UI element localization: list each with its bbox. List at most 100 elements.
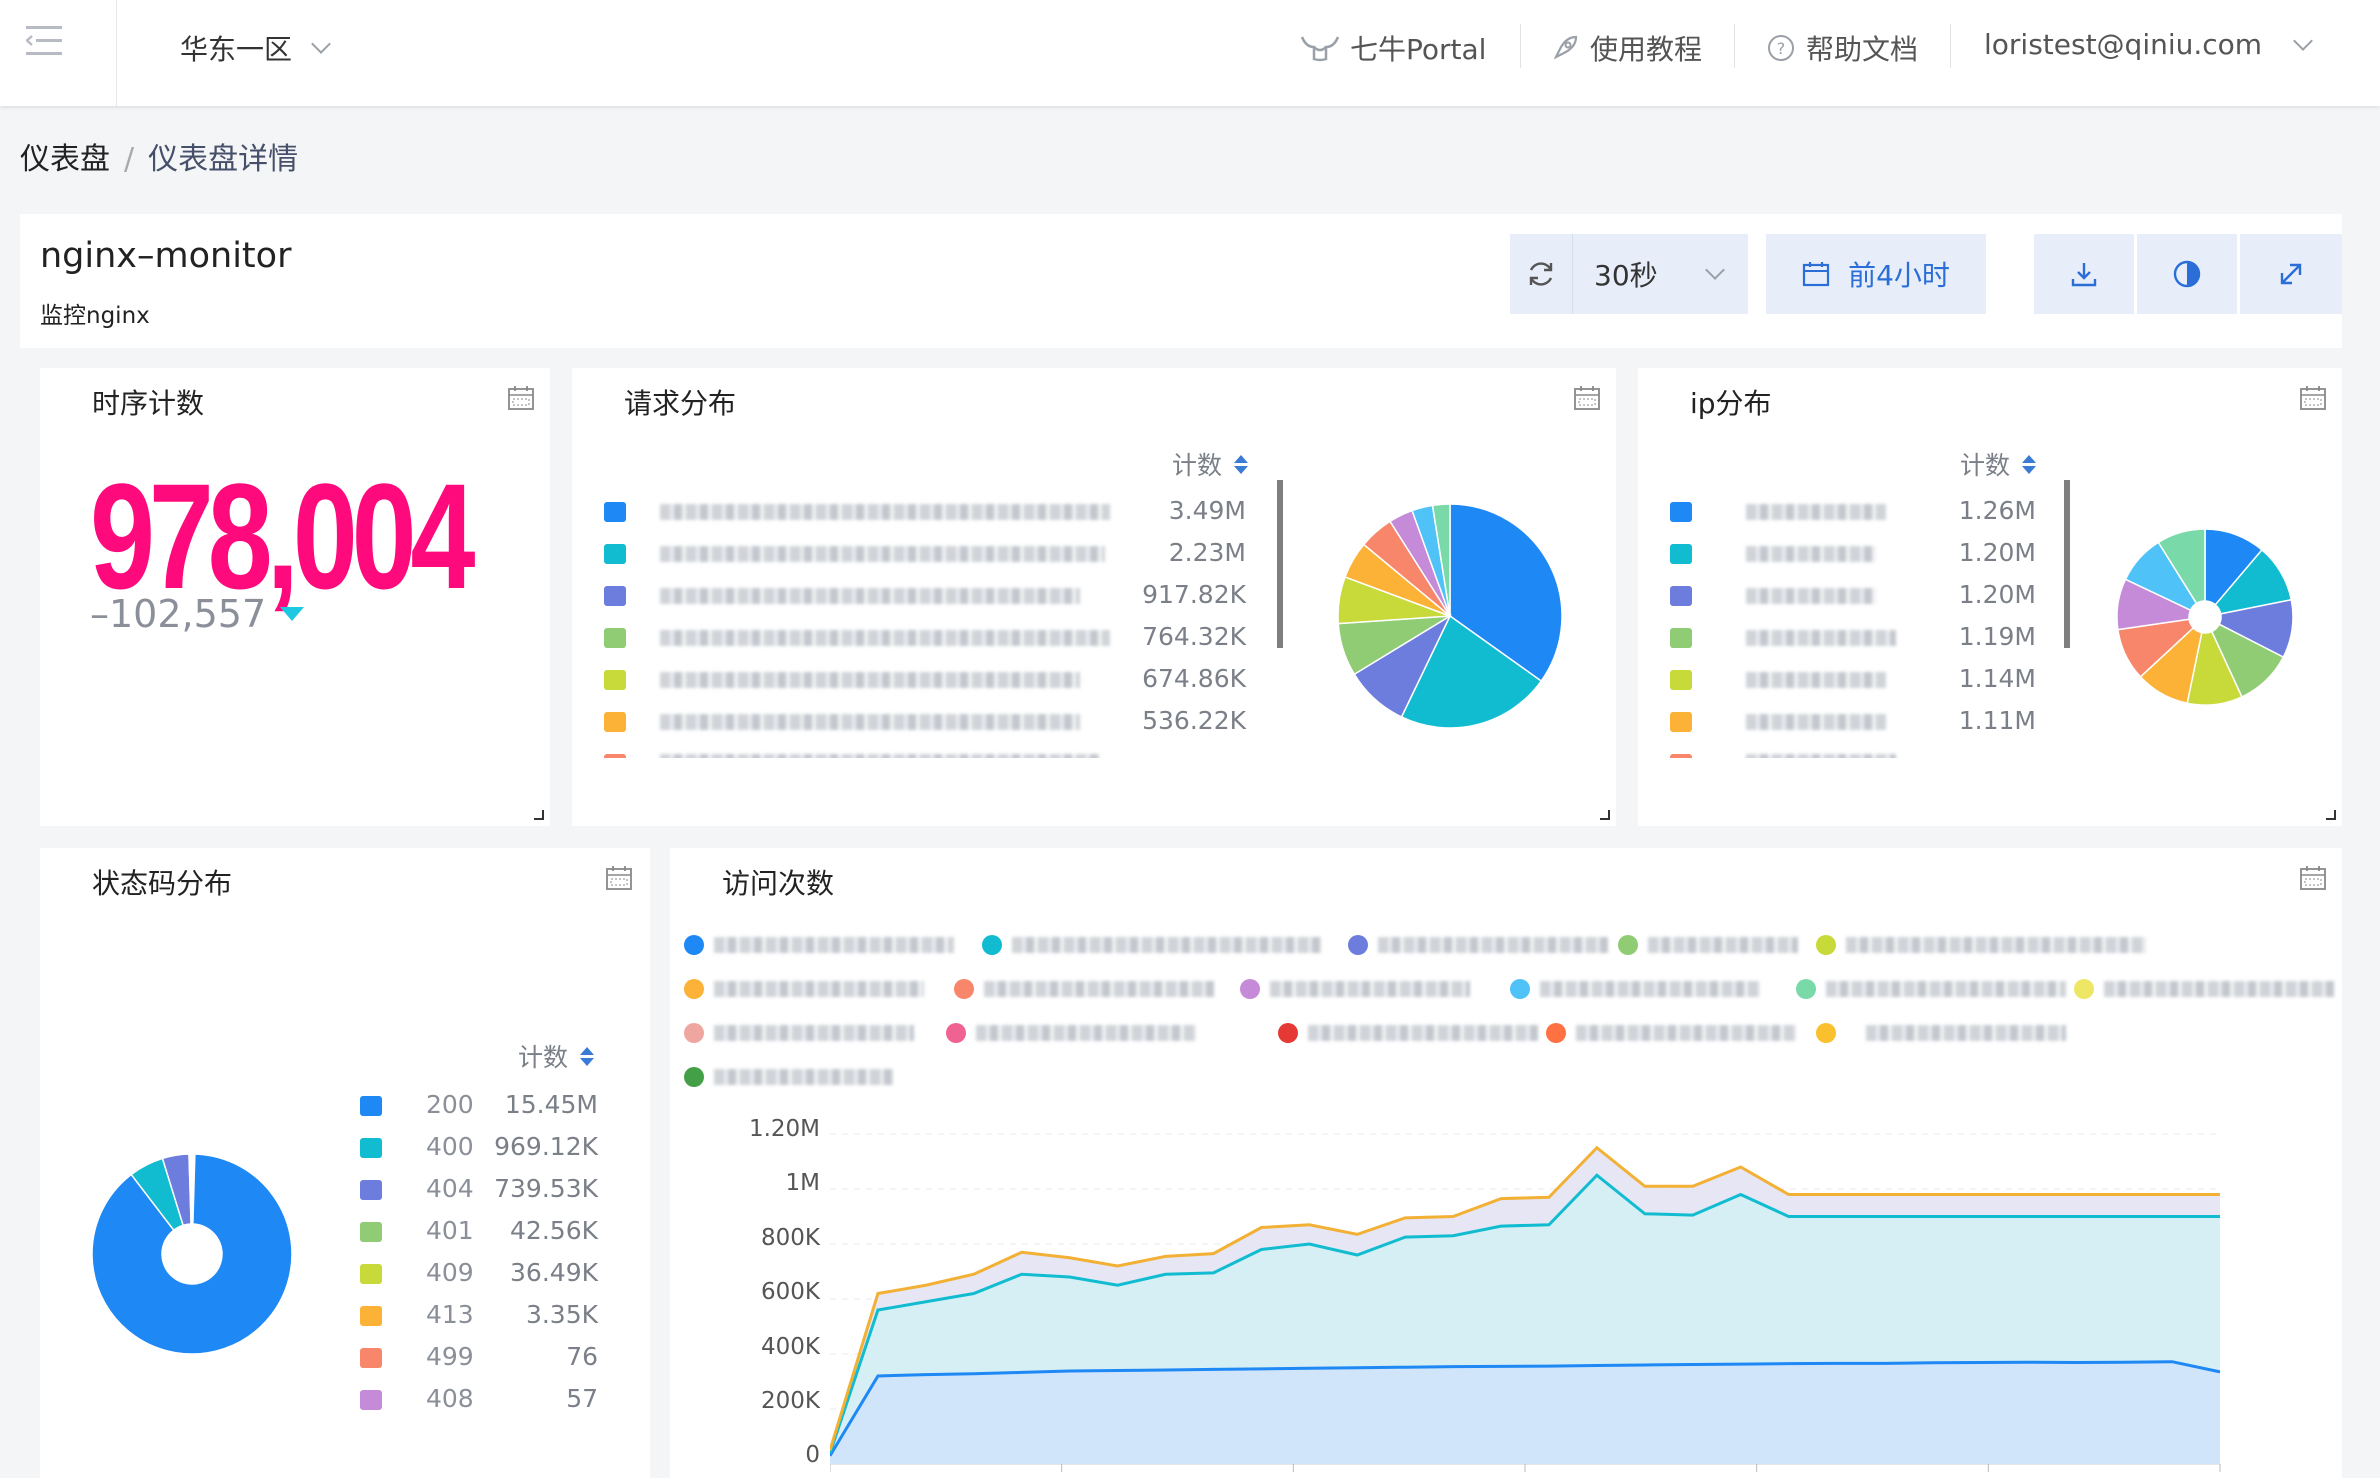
calendar-icon[interactable] [606,866,632,890]
redacted-label [1746,630,1896,646]
status-code: 404 [426,1174,474,1203]
redacted-label [714,981,924,997]
resize-handle[interactable] [2326,810,2336,820]
y-tick-label: 0 [805,1442,820,1468]
redacted-label [1746,546,1876,562]
count-sort-header[interactable]: 计数 [1172,446,1249,482]
legend-scrollbar[interactable] [2064,480,2070,648]
help-link[interactable]: ? 帮助文档 [1766,28,1918,68]
visits-legend-item[interactable] [1510,974,1760,1004]
legend-row[interactable]: 2.23M [600,532,1260,574]
legend-row[interactable]: 401 42.56K [356,1210,606,1252]
legend-row[interactable] [600,742,1260,758]
legend-row[interactable]: 499 76 [356,1336,606,1378]
visits-legend-item[interactable] [1546,1018,1796,1048]
visits-legend-item[interactable] [1816,1018,2066,1048]
legend-row[interactable] [1666,742,2046,758]
portal-label: 七牛Portal [1350,33,1487,66]
legend-row[interactable]: 1.26M [1666,490,2046,532]
fullscreen-button[interactable] [2240,234,2342,314]
redacted-label [1378,937,1608,953]
legend-row[interactable]: 3.49M [600,490,1260,532]
resize-handle[interactable] [1600,810,1610,820]
redacted-label [1308,1025,1538,1041]
refresh-button[interactable] [1510,234,1573,314]
legend-row[interactable]: 1.14M [1666,658,2046,700]
legend-swatch [360,1306,382,1326]
chevron-down-icon [311,34,331,54]
visits-legend-item[interactable] [684,974,924,1004]
legend-dot [982,935,1002,955]
visits-legend-item[interactable] [954,974,1214,1004]
visits-legend-item[interactable] [1348,930,1608,960]
visits-legend-item[interactable] [684,1018,914,1048]
status-count: 36.49K [510,1258,598,1287]
legend-row[interactable]: 413 3.35K [356,1294,606,1336]
visits-legend-item[interactable] [684,1062,894,1092]
redacted-label [714,937,954,953]
legend-swatch [604,502,626,522]
tutorial-link[interactable]: 使用教程 [1550,28,1702,68]
count-sort-header[interactable]: 计数 [1960,446,2037,482]
legend-row[interactable]: 536.22K [600,700,1260,742]
legend-row[interactable]: 1.19M [1666,616,2046,658]
breadcrumb-dashboard[interactable]: 仪表盘 [20,142,110,177]
menu-icon [26,26,62,55]
region-select[interactable]: 华东一区 [180,28,331,68]
visits-legend-item[interactable] [1796,974,2066,1004]
visits-legend-item[interactable] [684,930,954,960]
legend-dot [954,979,974,999]
status-legend-list: 200 15.45M 400 969.12K 404 739.53K 401 4… [356,1084,606,1424]
legend-dot [1278,1023,1298,1043]
visits-legend-item[interactable] [1618,930,1798,960]
legend-scrollbar[interactable] [1277,480,1283,648]
legend-row[interactable]: 674.86K [600,658,1260,700]
legend-row[interactable]: 400 969.12K [356,1126,606,1168]
calendar-icon[interactable] [2300,866,2326,890]
visits-legend-item[interactable] [1816,930,2146,960]
legend-swatch [360,1390,382,1410]
calendar-icon[interactable] [1574,386,1600,410]
legend-row[interactable]: 408 57 [356,1378,606,1420]
legend-dot [684,1067,704,1087]
redacted-label [1270,981,1470,997]
breadcrumb-current: 仪表盘详情 [148,142,299,177]
legend-swatch [360,1138,382,1158]
y-tick-label: 800K [761,1225,820,1251]
portal-link[interactable]: 七牛Portal [1300,28,1486,68]
visits-legend-item[interactable] [982,930,1322,960]
legend-row[interactable]: 404 739.53K [356,1168,606,1210]
time-range-button[interactable]: 前4小时 [1766,234,1986,314]
refresh-interval-select[interactable]: 30秒 [1572,234,1748,314]
count-sort-header[interactable]: 计数 [518,1038,595,1074]
legend-value: 674.86K [1142,664,1246,693]
legend-row[interactable]: 1.20M [1666,532,2046,574]
calendar-icon[interactable] [2300,386,2326,410]
menu-toggle[interactable] [0,0,117,106]
visits-legend-item[interactable] [946,1018,1196,1048]
download-button[interactable] [2034,234,2134,314]
calendar-icon[interactable] [508,386,534,410]
legend-value: 1.14M [1958,664,2036,693]
visits-legend-item[interactable] [1278,1018,1538,1048]
legend-row[interactable]: 1.20M [1666,574,2046,616]
status-code: 408 [426,1384,474,1413]
legend-row[interactable]: 409 36.49K [356,1252,606,1294]
legend-row[interactable]: 200 15.45M [356,1084,606,1126]
resize-handle[interactable] [534,810,544,820]
sort-icon [1234,454,1249,474]
request-pie-chart [1337,503,1563,729]
visits-legend-item[interactable] [2074,974,2334,1004]
legend-swatch [604,586,626,606]
legend-dot [1240,979,1260,999]
legend-dot [1510,979,1530,999]
visits-legend-item[interactable] [1240,974,1470,1004]
user-menu[interactable]: loristest@qiniu.com [1984,28,2313,61]
legend-row[interactable]: 917.82K [600,574,1260,616]
legend-row[interactable]: 1.11M [1666,700,2046,742]
status-code: 401 [426,1216,474,1245]
help-circle-icon: ? [1768,35,1794,61]
chevron-down-icon [1704,260,1725,280]
theme-toggle-button[interactable] [2137,234,2237,314]
legend-row[interactable]: 764.32K [600,616,1260,658]
